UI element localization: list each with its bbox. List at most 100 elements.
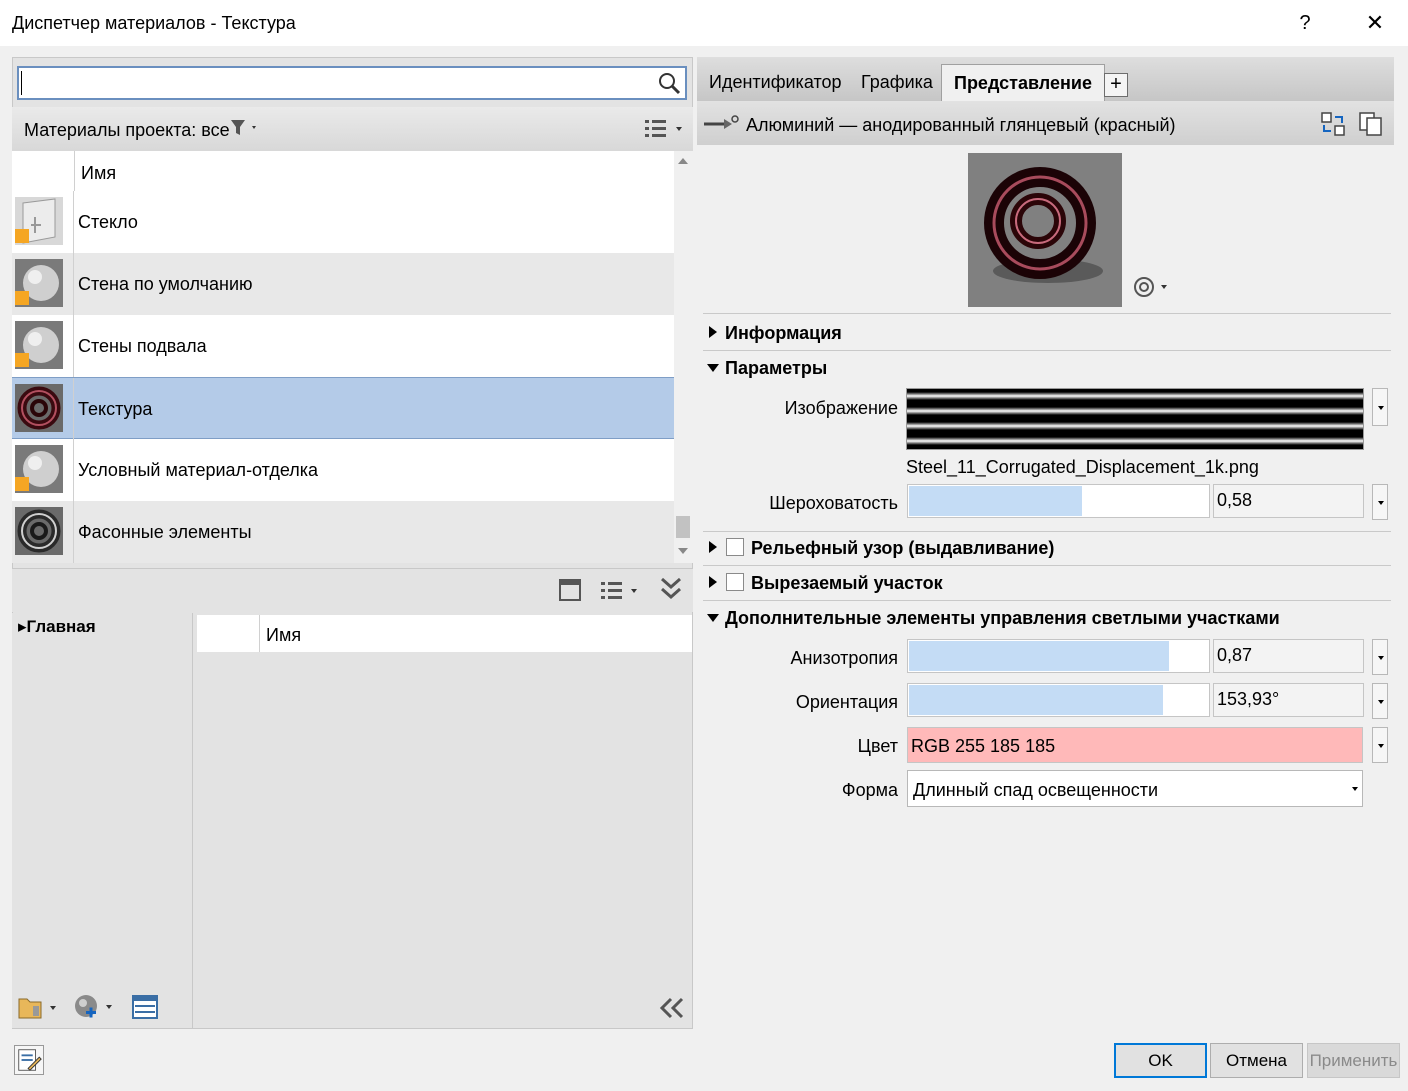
roughness-label: Шероховатость bbox=[769, 493, 898, 513]
material-name: Условный материал-отделка bbox=[78, 460, 319, 480]
material-name: Стены подвала bbox=[78, 336, 207, 356]
color-label: Цвет bbox=[857, 736, 898, 756]
warning-icon bbox=[15, 477, 29, 491]
column-name-header[interactable]: Имя bbox=[81, 163, 116, 184]
section-divider bbox=[703, 565, 1391, 566]
expand-arrow-icon[interactable] bbox=[706, 325, 720, 339]
orientation-dropdown[interactable] bbox=[1372, 683, 1388, 719]
orientation-slider[interactable] bbox=[907, 683, 1210, 717]
orientation-value[interactable]: 153,93° bbox=[1213, 683, 1364, 717]
anisotropy-dropdown[interactable] bbox=[1372, 639, 1388, 675]
collapse-arrow-icon[interactable] bbox=[706, 611, 720, 625]
warning-icon bbox=[15, 229, 29, 243]
color-dropdown[interactable] bbox=[1372, 727, 1388, 763]
tab-graphics[interactable]: Графика bbox=[849, 64, 945, 101]
help-button[interactable]: ? bbox=[1290, 8, 1320, 38]
collapse-arrow-icon[interactable] bbox=[706, 361, 720, 375]
shape-value: Длинный спад освещенности bbox=[913, 780, 1159, 800]
image-dropdown[interactable] bbox=[1372, 388, 1388, 426]
add-tab-button[interactable]: + bbox=[1104, 73, 1128, 97]
scroll-down-icon[interactable] bbox=[677, 546, 689, 556]
tab-identity[interactable]: Идентификатор bbox=[697, 64, 854, 101]
create-material-icon[interactable] bbox=[73, 993, 117, 1021]
image-filename[interactable]: Steel_11_Corrugated_Displacement_1k.png bbox=[906, 457, 1259, 478]
image-label: Изображение bbox=[784, 398, 898, 418]
preview-options-icon[interactable] bbox=[1133, 276, 1169, 298]
edit-library-icon[interactable] bbox=[14, 1045, 44, 1075]
material-name: Текстура bbox=[78, 399, 153, 419]
list-view-icon[interactable] bbox=[643, 117, 685, 141]
color-value: RGB 255 185 185 bbox=[911, 736, 1056, 756]
material-row-fittings[interactable]: Фасонные элементы bbox=[12, 501, 674, 563]
collapse-panel-icon[interactable] bbox=[659, 996, 685, 1020]
collapse-library-icon[interactable] bbox=[659, 576, 683, 602]
warning-icon bbox=[15, 291, 29, 305]
scroll-thumb[interactable] bbox=[676, 516, 690, 538]
roughness-dropdown[interactable] bbox=[1372, 484, 1388, 520]
replace-asset-icon[interactable] bbox=[1320, 111, 1346, 137]
search-icon[interactable] bbox=[657, 71, 681, 95]
section-relief-title[interactable]: Рельефный узор (выдавливание) bbox=[751, 538, 1054, 559]
project-materials-label: Материалы проекта: все bbox=[24, 120, 230, 140]
material-name: Стекло bbox=[78, 212, 138, 232]
relief-checkbox[interactable] bbox=[726, 538, 744, 556]
material-row-basement-walls[interactable]: Стены подвала bbox=[12, 315, 674, 377]
filter-icon[interactable] bbox=[230, 118, 260, 138]
anisotropy-slider[interactable] bbox=[907, 639, 1210, 673]
section-params-title[interactable]: Параметры bbox=[725, 358, 827, 379]
list-scrollbar[interactable] bbox=[674, 151, 693, 563]
section-divider bbox=[703, 350, 1391, 351]
section-divider bbox=[703, 600, 1391, 601]
library-materials-list: Имя bbox=[197, 615, 692, 652]
cutout-checkbox[interactable] bbox=[726, 573, 744, 591]
shape-label: Форма bbox=[841, 780, 898, 800]
anisotropy-label: Анизотропия bbox=[790, 648, 898, 668]
expand-arrow-icon[interactable] bbox=[706, 540, 720, 554]
torus-gray-thumb-icon bbox=[15, 507, 63, 555]
library-tree bbox=[12, 613, 193, 1028]
ok-button[interactable]: OK bbox=[1114, 1043, 1207, 1078]
search-input[interactable] bbox=[17, 66, 687, 100]
warning-icon bbox=[15, 353, 29, 367]
asset-name: Алюминий — анодированный глянцевый (крас… bbox=[746, 115, 1176, 135]
tab-appearance[interactable]: Представление bbox=[941, 64, 1105, 101]
close-button[interactable]: ✕ bbox=[1360, 8, 1390, 38]
material-name: Фасонные элементы bbox=[78, 522, 252, 542]
scroll-up-icon[interactable] bbox=[677, 156, 689, 166]
tree-item-home[interactable]: ▸Главная bbox=[18, 617, 96, 637]
section-highlights-title[interactable]: Дополнительные элементы управления светл… bbox=[725, 608, 1280, 629]
material-row-default-wall[interactable]: Стена по умолчанию bbox=[12, 253, 674, 315]
library-column-name-header[interactable]: Имя bbox=[266, 625, 301, 646]
roughness-value[interactable]: 0,58 bbox=[1213, 484, 1364, 518]
text-caret bbox=[21, 71, 22, 95]
image-swatch[interactable] bbox=[906, 388, 1364, 450]
material-name: Стена по умолчанию bbox=[78, 274, 253, 294]
panel-toggle-icon[interactable] bbox=[558, 578, 582, 602]
material-row-finish[interactable]: Условный материал-отделка bbox=[12, 439, 674, 501]
expand-arrow-icon[interactable] bbox=[706, 575, 720, 589]
library-folder-icon[interactable] bbox=[17, 994, 61, 1020]
torus-red-thumb-icon bbox=[15, 384, 63, 432]
shape-dropdown-arrow-icon[interactable] bbox=[1352, 787, 1358, 791]
apply-button[interactable]: Применить bbox=[1307, 1043, 1400, 1078]
library-view-icon[interactable] bbox=[600, 580, 640, 602]
cancel-button[interactable]: Отмена bbox=[1210, 1043, 1303, 1078]
window-title: Диспетчер материалов - Текстура bbox=[12, 13, 296, 33]
library-toolbar bbox=[12, 568, 693, 612]
material-row-glass[interactable]: Стекло bbox=[12, 191, 674, 253]
list-header: Имя bbox=[12, 151, 674, 191]
section-divider bbox=[703, 313, 1391, 314]
asset-browser-icon[interactable] bbox=[131, 994, 159, 1020]
roughness-slider[interactable] bbox=[907, 484, 1210, 518]
duplicate-asset-icon[interactable] bbox=[1358, 111, 1384, 137]
anisotropy-value[interactable]: 0,87 bbox=[1213, 639, 1364, 673]
section-divider bbox=[703, 531, 1391, 532]
material-row-texture[interactable]: Текстура bbox=[12, 377, 674, 440]
project-materials-list: Имя Стекло Стена по умолчанию Стены подв… bbox=[12, 151, 674, 563]
asset-link-icon[interactable] bbox=[702, 113, 742, 133]
tree-item-label: Главная bbox=[26, 617, 96, 636]
section-cutout-title[interactable]: Вырезаемый участок bbox=[751, 573, 943, 594]
orientation-label: Ориентация bbox=[795, 692, 898, 712]
section-info-title[interactable]: Информация bbox=[725, 323, 842, 344]
material-preview-image bbox=[968, 153, 1122, 307]
